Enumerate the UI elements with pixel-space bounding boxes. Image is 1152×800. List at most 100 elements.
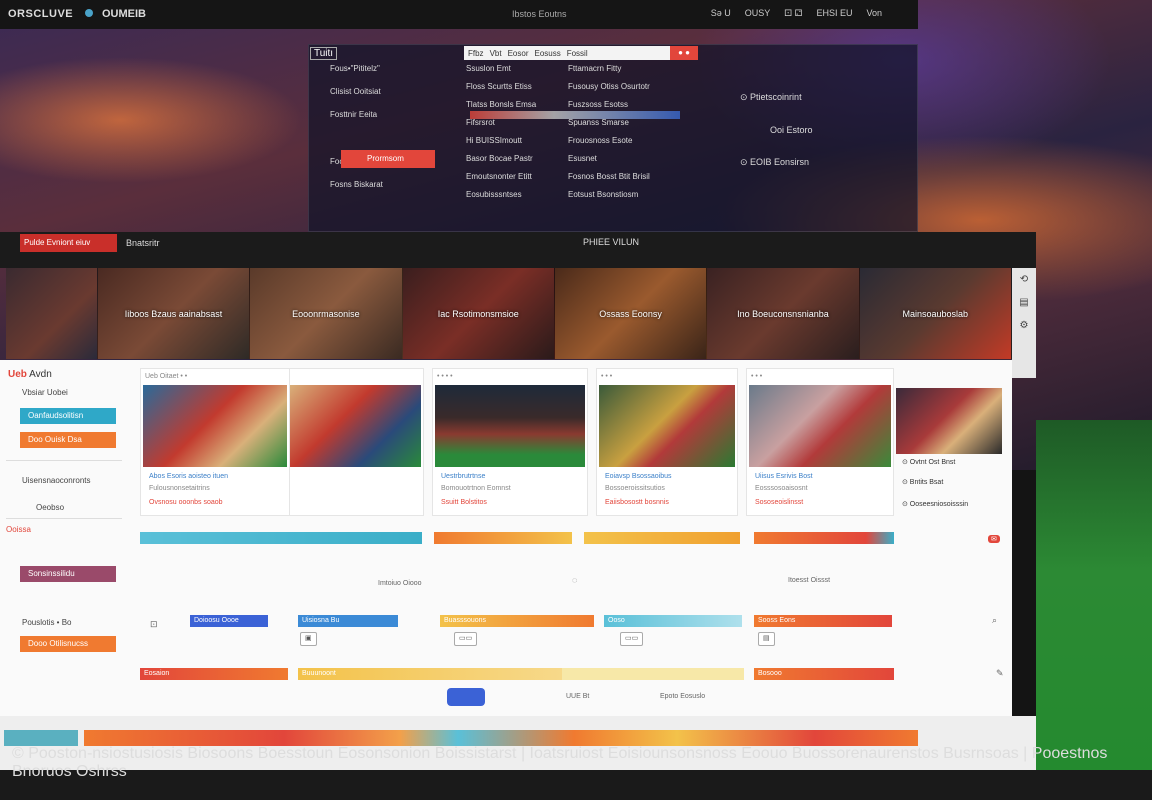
content-card[interactable]: • • • Eoiavsp Bsossaoibus Bossoeroissits… <box>596 368 738 516</box>
category-tile[interactable] <box>6 268 98 359</box>
hero-menu-item[interactable]: Fosns Biskarat <box>330 180 456 189</box>
row-text: Epoto Eosuslo <box>660 693 706 700</box>
hero-side-link[interactable]: ⊙ EOIB Eonsirsn <box>740 157 813 168</box>
hero-menu-item[interactable]: Fous•"Pititelz" <box>330 64 456 73</box>
card-meta: Eaiisbosostt bosnnis <box>605 499 669 506</box>
hero-tab-4[interactable]: Eosuss <box>534 49 560 58</box>
category-tile[interactable]: Eooonrmasonise <box>250 268 403 359</box>
hero-side-link[interactable]: ⊙ Ptietscoinrint <box>740 92 813 103</box>
tag-teal[interactable]: Ooso <box>604 615 742 627</box>
card-image <box>143 385 287 467</box>
hero-list-row[interactable]: Eosubisssntses Eotsust Bsonstiosm <box>466 190 696 199</box>
top-link-5[interactable]: Von <box>866 8 882 19</box>
bookmark-icon[interactable]: ▤ <box>1019 297 1028 308</box>
tag-orange[interactable]: Buasssouons <box>440 615 594 627</box>
brand-dot-icon <box>85 9 93 17</box>
sidebar-button-orange-2[interactable]: Dooo Otilisnucss <box>20 636 116 652</box>
content-card[interactable]: ⊙ Ovtnt Ost Bnst ⊙ Bntits Bsat ⊙ Ooseesn… <box>894 388 1004 516</box>
sidebar-item[interactable]: Vbsiar Uobei <box>22 388 68 397</box>
sidebar-item[interactable]: Ooissa <box>6 525 31 534</box>
pill-button[interactable]: ▭▭ <box>620 632 644 646</box>
top-link-4[interactable]: EHSI EU <box>816 8 852 19</box>
pill-button[interactable]: ▤ <box>758 632 775 646</box>
top-links: Sə U OUSY ⚀ ⚁ EHSI EU Von <box>711 8 882 19</box>
hero-cta-button[interactable]: Prormsom <box>341 150 435 168</box>
edit-icon[interactable]: ✎ <box>996 668 1004 679</box>
hero-list-row[interactable]: Basor Bocae Pastr Esusnet <box>466 154 696 163</box>
category-tile[interactable]: Ino Boeuconsnsnianba <box>707 268 860 359</box>
card-subtitle: ⊙ Bntits Bsat <box>902 479 944 486</box>
pill-button[interactable]: ▭▭ <box>454 632 478 646</box>
tag-blue-2[interactable]: Uisiosna Bu <box>298 615 398 627</box>
search-icon[interactable]: ⌕ <box>992 615 997 626</box>
primary-action-button[interactable] <box>447 688 485 706</box>
sidebar-item[interactable]: Oeobso <box>36 503 64 512</box>
hero-list-row[interactable]: Fifsrsrot Spuanss Smarse <box>466 118 696 127</box>
card-subtitle: Bossoeroissitsutios <box>605 485 665 492</box>
top-link-3[interactable]: ⚀ ⚁ <box>784 8 802 19</box>
card-caption[interactable]: ⊙ Ovtnt Ost Bnst <box>902 458 955 466</box>
hero-tab-5[interactable]: Fossil <box>567 49 588 58</box>
tag-red[interactable]: Sooss Eons <box>754 615 892 627</box>
settings-icon[interactable]: ⚙ <box>1020 320 1029 331</box>
tag-blue[interactable]: Doioosu Oooe <box>190 615 268 627</box>
pill-button[interactable]: ▣ <box>300 632 317 646</box>
sidebar-item[interactable]: Uisensnaoconronts <box>22 476 90 485</box>
tag-bar[interactable]: Bosooo <box>754 668 894 680</box>
card-caption[interactable]: Uiisus Esrivis Bost <box>755 473 813 480</box>
category-tile[interactable]: Ossass Eoonsy <box>554 268 708 359</box>
hero-logo[interactable]: Tuitı <box>310 47 338 60</box>
hero-list-row[interactable]: Ssuslon Emt Fttamacrn Fitty <box>466 64 696 73</box>
sidebar-item[interactable]: Pouslotis • Bo <box>22 618 72 627</box>
hero-tab-active[interactable]: ● ● <box>670 46 698 60</box>
band-red-label[interactable]: Pulde Evniont eiuv <box>20 234 117 252</box>
hero-menu-item[interactable]: Fosttnir Eeita <box>330 110 456 119</box>
top-center-label[interactable]: Ibstos Eoutns <box>512 9 567 19</box>
top-bar: ORSCLUVE OUMEIB Ibstos Eoutns Sə U OUSY … <box>0 0 918 29</box>
sidebar-button-orange[interactable]: Doo Ouisk Dsa <box>20 432 116 448</box>
card-meta: Ssuitt Bolstitos <box>441 499 487 506</box>
sidebar-button-teal[interactable]: Oanfaudsolitisn <box>20 408 116 424</box>
tag-bar[interactable]: Buuunoont <box>298 668 562 680</box>
sidebar-button-plum[interactable]: Sonsinssilidu <box>20 566 116 582</box>
progress-bar-red <box>754 532 894 544</box>
card-caption[interactable]: Uestrbrutrtnse <box>441 473 485 480</box>
hero-tab-2[interactable]: Vbt <box>490 49 502 58</box>
toggle-icon[interactable]: ◌ <box>572 575 577 585</box>
category-tile[interactable]: Iiboos Bzaus aainabsast <box>97 268 251 359</box>
top-link-2[interactable]: OUSY <box>745 8 771 19</box>
category-tile[interactable]: Iac Rsotimonsmsioe <box>402 268 555 359</box>
brand-secondary[interactable]: OUMEIB <box>102 8 146 20</box>
content-card[interactable]: • • • • Uestrbrutrtnse Bomouotrtnon Eomn… <box>432 368 588 516</box>
card-subtitle: Bomouotrtnon Eomnst <box>441 485 511 492</box>
hero-tab-3[interactable]: Eosor <box>508 49 529 58</box>
sidebar-divider <box>6 518 122 519</box>
hero-list-row[interactable]: Tlatss Bonsls Emsa Fuszsoss Esotss <box>466 100 696 109</box>
hero-side-links: ⊙ Ptietscoinrint Ooi Estoro ⊙ EOIB Eonsi… <box>740 92 813 168</box>
card-image <box>896 388 1002 454</box>
hero-tab-strip: Ffbz Vbt Eosor Eosuss Fossil ● ● <box>464 46 698 60</box>
hero-side-link[interactable]: Ooi Estoro <box>770 125 813 135</box>
content-card[interactable]: Ueb Oitaet • • Abos Esoris aoisteo ituen… <box>140 368 290 516</box>
hero-tab-1[interactable]: Ffbz <box>468 49 484 58</box>
footer-bar-orange <box>84 730 284 746</box>
content-card[interactable]: • • • Uiisus Esrivis Bost Eosssosoaisosn… <box>746 368 894 516</box>
top-link-1[interactable]: Sə U <box>711 8 731 19</box>
hero-list: Ssuslon Emt Fttamacrn Fitty Floss Scurtts… <box>466 64 696 199</box>
card-image <box>749 385 891 467</box>
share-icon[interactable]: ⟲ <box>1020 274 1028 285</box>
category-tile[interactable]: Mainsoauboslab <box>859 268 1012 359</box>
brand-logo[interactable]: ORSCLUVE <box>8 8 73 20</box>
footer-text: © Pooston-nsiostusiosis Biosoons Boessto… <box>12 745 1108 780</box>
hero-list-row[interactable]: Hi BUISSImoutt Frouosnoss Esote <box>466 136 696 145</box>
sidebar-title: Ueb Avdn <box>8 369 52 380</box>
card-caption[interactable]: Eoiavsp Bsossaoibus <box>605 473 672 480</box>
notification-badge-icon[interactable]: ✉ <box>988 535 1000 543</box>
row-text: UUE Bt <box>566 693 590 700</box>
hero-menu-item[interactable]: Clisist Ooitsiat <box>330 87 456 96</box>
tag-bar[interactable]: Eosaion <box>140 668 288 680</box>
card-caption[interactable]: Abos Esoris aoisteo ituen <box>149 473 228 480</box>
hero-list-row[interactable]: Floss Scurtts Etiss Fusousy Otiss Osurtot… <box>466 82 696 91</box>
row-text: Itoesst Oissst <box>788 577 831 584</box>
hero-list-row[interactable]: Emoutsnonter Etitt Fosnos Bosst Btit Bris… <box>466 172 696 181</box>
